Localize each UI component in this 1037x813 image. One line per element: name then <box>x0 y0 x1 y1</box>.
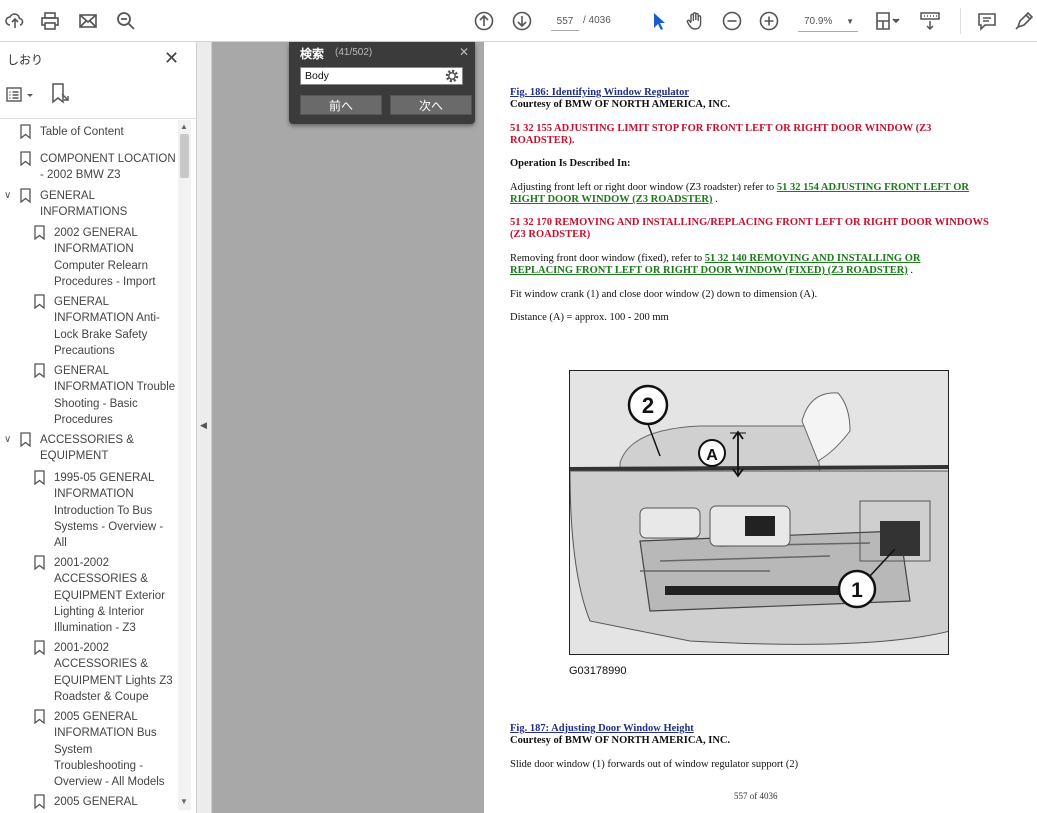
search-panel: 検索 (41/502) ✕ Body 前へ 次へ <box>289 42 475 124</box>
options-menu-button[interactable] <box>6 86 36 104</box>
bookmark-item[interactable]: 1995-05 GENERAL INFORMATION Introduction… <box>54 470 176 551</box>
zoom-search-icon[interactable] <box>115 10 137 32</box>
page-footer: 557 of 4036 <box>734 791 778 801</box>
hand-tool-icon[interactable] <box>684 10 706 32</box>
close-icon[interactable]: ✕ <box>459 45 469 59</box>
paragraph: Slide door window (1) forwards out of wi… <box>510 759 799 770</box>
search-input[interactable]: Body <box>300 67 463 85</box>
bookmark-item[interactable]: 2001-2002 ACCESSORIES & EQUIPMENT Exteri… <box>54 555 176 636</box>
bookmarks-panel: しおり ✕ Table of Content COMPONENT LOCATIO… <box>0 42 197 813</box>
bookmark-icon <box>34 294 45 309</box>
bookmark-icon <box>34 363 45 378</box>
mail-icon[interactable] <box>77 10 99 32</box>
zoom-out-icon[interactable] <box>721 10 743 32</box>
paragraph: Fit window crank (1) and close door wind… <box>510 289 818 300</box>
chevron-down-icon[interactable]: ∨ <box>4 434 11 445</box>
add-bookmark-button[interactable] <box>50 82 70 106</box>
close-icon[interactable]: ✕ <box>164 48 179 69</box>
bookmark-icon <box>34 794 45 809</box>
zoom-in-icon[interactable] <box>758 10 780 32</box>
paragraph-text: Adjusting front left or right door windo… <box>510 182 775 193</box>
bookmark-icon <box>20 151 31 166</box>
paragraph-text: Removing front door window (fixed), refe… <box>510 253 703 264</box>
list-options-icon <box>6 87 33 102</box>
callout-label: A <box>706 447 718 464</box>
bookmark-icon <box>20 432 31 447</box>
bookmark-icon <box>20 188 31 203</box>
panel-title: しおり <box>7 53 44 67</box>
bookmark-item[interactable]: Table of Content <box>40 124 175 140</box>
bookmark-item[interactable]: COMPONENT LOCATION - 2002 BMW Z3 <box>40 151 176 184</box>
search-next-button[interactable]: 次へ <box>390 95 472 115</box>
courtesy-line: Courtesy of BMW OF NORTH AMERICA, INC. <box>510 99 731 110</box>
bookmark-icon <box>34 225 45 240</box>
pen-icon[interactable] <box>1013 10 1035 32</box>
figure-caption[interactable]: Fig. 186: Identifying Window Regulator <box>510 87 1010 99</box>
chevron-down-icon[interactable]: ∨ <box>4 190 11 201</box>
panel-divider <box>0 118 196 119</box>
bookmark-icon <box>34 555 45 570</box>
section-heading: 51 32 155 ADJUSTING LIMIT STOP FOR FRONT… <box>510 123 932 146</box>
scrollbar-thumb[interactable] <box>180 134 189 178</box>
bookmark-item[interactable]: 2001-2002 ACCESSORIES & EQUIPMENT Lights… <box>54 640 178 705</box>
page-total: / 4036 <box>583 15 611 26</box>
bookmark-item[interactable]: GENERAL INFORMATION Anti-Lock Brake Safe… <box>54 294 178 359</box>
bookmark-add-icon <box>52 83 69 104</box>
callout-label: 1 <box>851 579 863 602</box>
bookmark-icon <box>34 470 45 485</box>
toolbar-divider <box>960 8 961 34</box>
keyboard-scroll-icon[interactable] <box>919 10 941 32</box>
gear-icon[interactable] <box>444 68 460 84</box>
select-cursor-icon[interactable] <box>647 10 669 32</box>
search-prev-button[interactable]: 前へ <box>300 95 382 115</box>
main-toolbar: / 4036 70.9% ▼ <box>0 0 1037 42</box>
bookmark-item[interactable]: 2005 GENERAL INFORMATION Bus System Trou… <box>54 709 176 790</box>
bookmark-item[interactable]: ACCESSORIES & EQUIPMENT <box>40 432 140 465</box>
figure-caption[interactable]: Fig. 187: Adjusting Door Window Height <box>510 723 1010 735</box>
figure-code: G03178990 <box>569 665 627 677</box>
bookmark-list: Table of Content COMPONENT LOCATION - 20… <box>0 120 178 810</box>
section-heading: 51 32 170 REMOVING AND INSTALLING/REPLAC… <box>510 217 989 240</box>
courtesy-line: Courtesy of BMW OF NORTH AMERICA, INC. <box>510 735 731 746</box>
next-page-icon[interactable] <box>511 10 533 32</box>
bookmark-icon <box>34 640 45 655</box>
prev-page-icon[interactable] <box>473 10 495 32</box>
bookmark-item[interactable]: GENERAL INFORMATION Trouble Shooting - B… <box>54 363 178 428</box>
pdf-page: Fig. 186: Identifying Window Regulator C… <box>484 42 1037 813</box>
paragraph: Distance (A) = approx. 100 - 200 mm <box>510 312 669 323</box>
comment-icon[interactable] <box>976 10 998 32</box>
bookmark-icon <box>34 709 45 724</box>
print-icon[interactable] <box>39 10 61 32</box>
search-title: 検索 <box>300 47 325 61</box>
search-result-count: (41/502) <box>335 47 373 58</box>
upload-icon[interactable] <box>4 10 26 32</box>
bookmark-item[interactable]: 2002 GENERAL INFORMATION Computer Relear… <box>54 225 176 290</box>
bookmark-item[interactable]: 2005 GENERAL <box>54 794 176 810</box>
paragraph: Removing front door window (fixed), refe… <box>510 253 921 276</box>
scroll-up-icon[interactable]: ▲ <box>180 122 188 131</box>
chevron-down-icon: ▼ <box>846 17 854 26</box>
page-fit-icon[interactable] <box>872 10 902 32</box>
paragraph: Adjusting front left or right door windo… <box>510 182 969 205</box>
bookmark-scrollbar[interactable] <box>178 120 191 810</box>
door-diagram-image: 2 A 1 <box>569 370 949 655</box>
bookmark-icon <box>20 124 31 139</box>
chevron-left-icon[interactable]: ◀ <box>200 420 207 431</box>
bookmark-item[interactable]: GENERAL INFORMATIONS <box>40 188 140 221</box>
scroll-down-icon[interactable]: ▼ <box>180 797 188 806</box>
zoom-value: 70.9% <box>804 16 833 27</box>
page-number-input[interactable] <box>551 13 579 31</box>
zoom-select[interactable]: 70.9% ▼ <box>798 12 858 32</box>
callout-label: 2 <box>642 393 654 418</box>
operation-label: Operation Is Described In: <box>510 158 631 169</box>
